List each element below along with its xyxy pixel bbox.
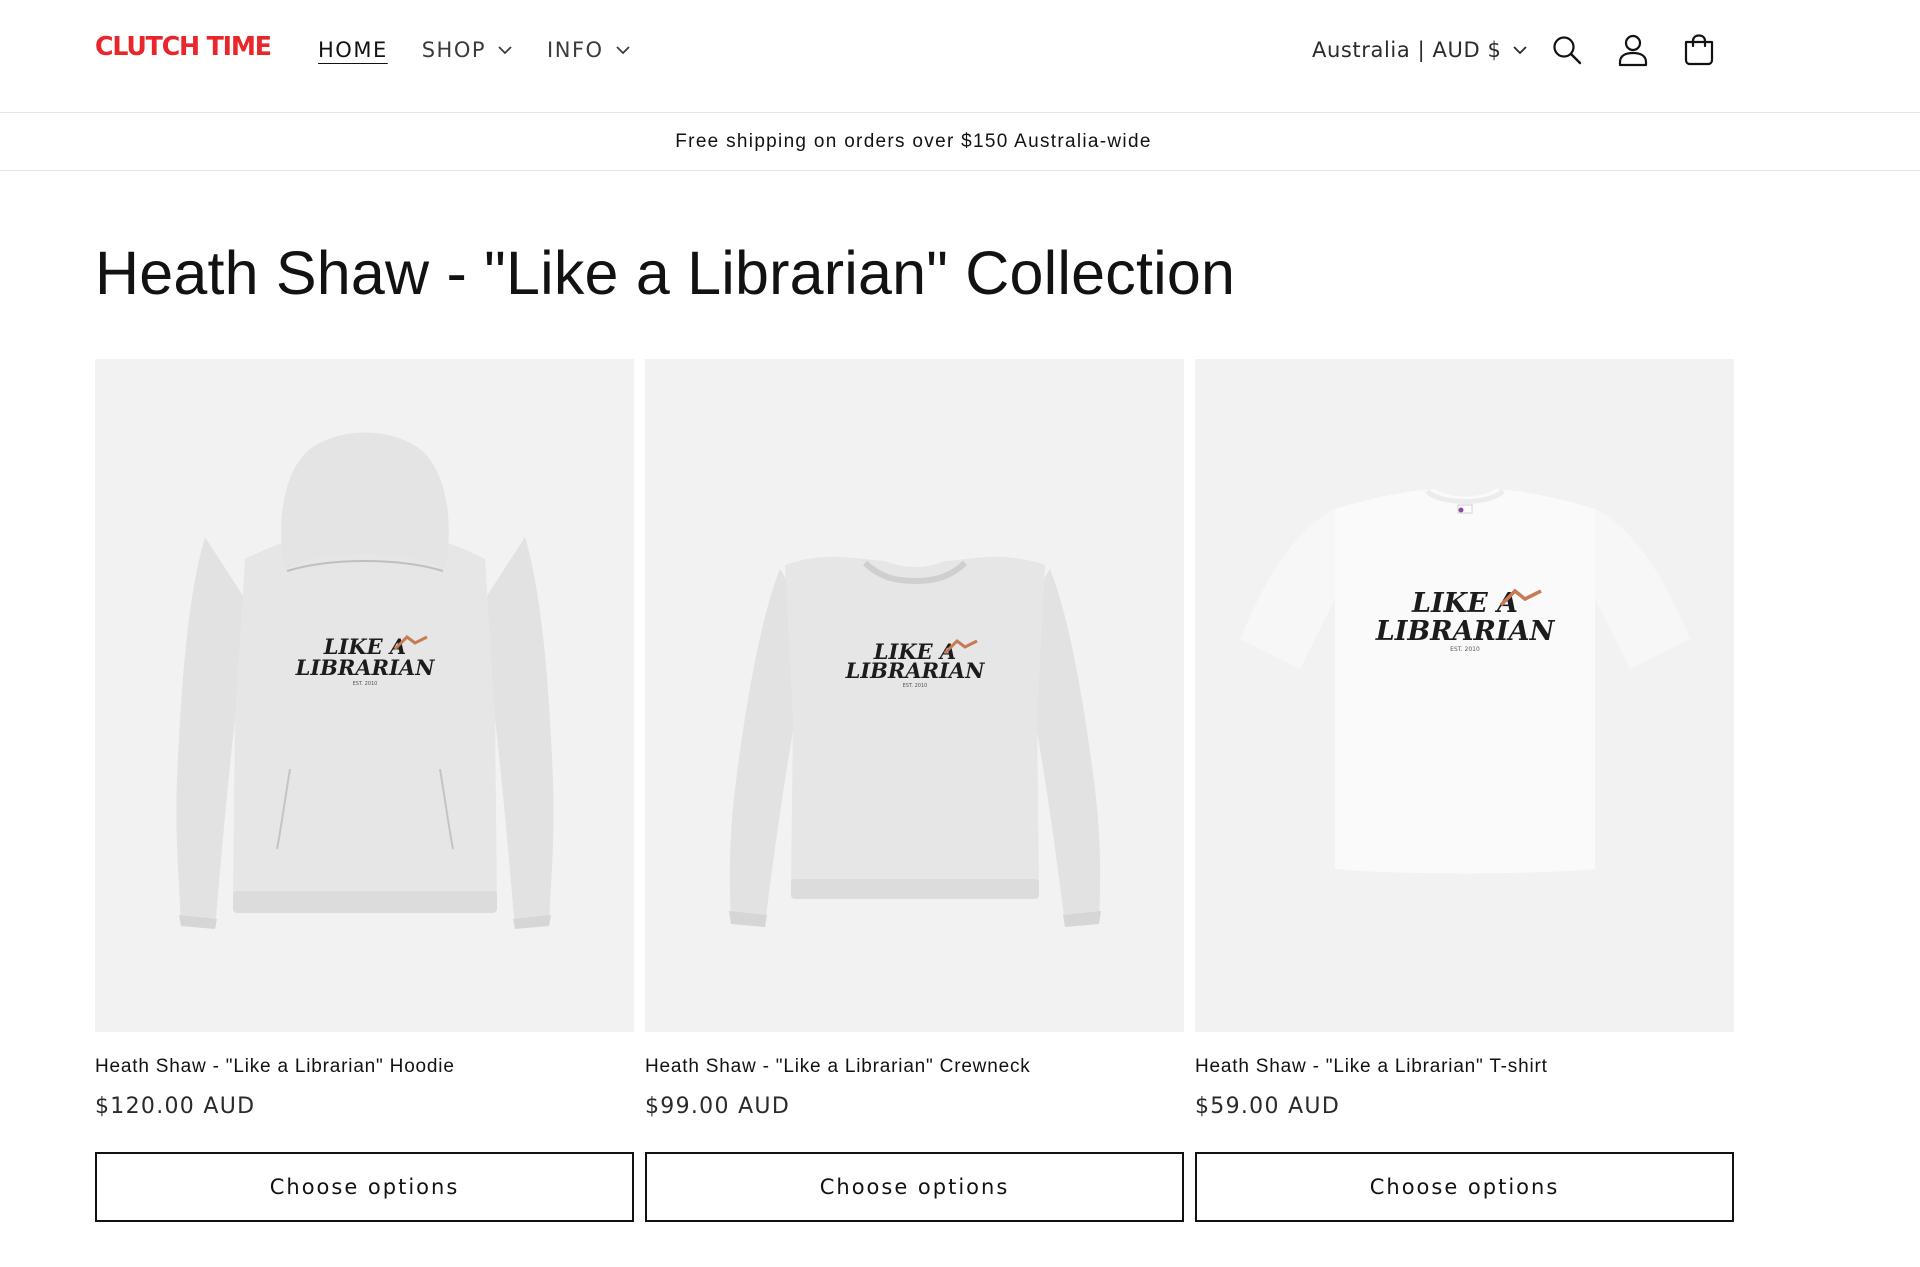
search-icon <box>1553 36 1582 65</box>
nav-shop-label: SHOP <box>421 38 487 62</box>
site-logo[interactable]: CLUTCH TIME <box>95 32 272 62</box>
product-price: $99.00 AUD <box>645 1094 791 1119</box>
print-line3: EST. 2010 <box>1450 646 1480 653</box>
print-line3: EST. 2010 <box>353 681 378 687</box>
nav-info-label: INFO <box>547 38 604 62</box>
main-nav: HOME SHOP INFO <box>318 35 665 65</box>
choose-options-button[interactable]: Choose options <box>95 1152 634 1222</box>
search-button[interactable] <box>1547 30 1587 70</box>
chevron-down-icon <box>498 46 512 55</box>
product-card-crewneck: LIKE A LIBRARIAN EST. 2010 Heath Shaw - … <box>645 359 1184 1222</box>
product-title[interactable]: Heath Shaw - "Like a Librarian" Crewneck <box>645 1056 1031 1078</box>
print-line2: LIBRARIAN <box>845 658 986 683</box>
product-price: $120.00 AUD <box>95 1094 256 1119</box>
product-image-tshirt[interactable]: LIKE A LIBRARIAN EST. 2010 <box>1195 359 1734 1032</box>
header-actions: Australia | AUD $ <box>1312 30 1719 70</box>
print-line3: EST. 2010 <box>903 683 928 689</box>
chevron-down-icon <box>1513 46 1528 55</box>
country-selector-label: Australia | AUD $ <box>1312 38 1502 62</box>
site-header: CLUTCH TIME HOME SHOP INFO Australia | A… <box>0 0 1920 113</box>
nav-info[interactable]: INFO <box>547 35 631 65</box>
product-card-hoodie: LIKE A LIBRARIAN EST. 2010 Heath Shaw - … <box>95 359 634 1222</box>
nav-shop[interactable]: SHOP <box>422 35 513 65</box>
chevron-down-icon <box>615 46 630 55</box>
nav-home[interactable]: HOME <box>318 35 388 65</box>
print-line2: LIBRARIAN <box>1375 616 1556 647</box>
product-price: $59.00 AUD <box>1195 1094 1341 1119</box>
nav-home-label: HOME <box>318 38 388 62</box>
product-card-tshirt: LIKE A LIBRARIAN EST. 2010 Heath Shaw - … <box>1195 359 1734 1222</box>
cart-button[interactable] <box>1679 30 1719 70</box>
hoodie-image: LIKE A LIBRARIAN EST. 2010 <box>176 432 554 929</box>
choose-options-button[interactable]: Choose options <box>1195 1152 1734 1222</box>
product-image-crewneck[interactable]: LIKE A LIBRARIAN EST. 2010 <box>645 359 1184 1032</box>
crewneck-image: LIKE A LIBRARIAN EST. 2010 <box>729 556 1101 927</box>
page-title: Heath Shaw - "Like a Librarian" Collecti… <box>95 239 1236 307</box>
announcement-text: Free shipping on orders over $150 Austra… <box>675 131 1152 152</box>
product-image-hoodie[interactable]: LIKE A LIBRARIAN EST. 2010 <box>95 359 634 1032</box>
account-button[interactable] <box>1613 30 1653 70</box>
tshirt-image: LIKE A LIBRARIAN EST. 2010 <box>1240 489 1690 874</box>
product-title[interactable]: Heath Shaw - "Like a Librarian" T-shirt <box>1195 1056 1548 1078</box>
product-title[interactable]: Heath Shaw - "Like a Librarian" Hoodie <box>95 1056 455 1078</box>
cart-icon <box>1685 34 1714 66</box>
print-line2: LIBRARIAN <box>295 655 436 680</box>
announcement-bar: Free shipping on orders over $150 Austra… <box>0 113 1920 171</box>
account-icon <box>1619 34 1648 67</box>
choose-options-button[interactable]: Choose options <box>645 1152 1184 1222</box>
country-selector[interactable]: Australia | AUD $ <box>1312 38 1528 62</box>
